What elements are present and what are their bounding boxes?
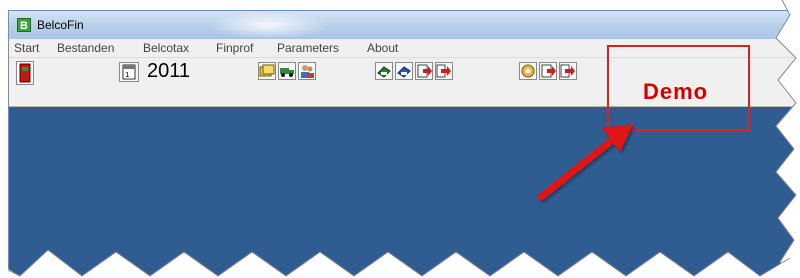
torn-edge bbox=[0, 0, 800, 278]
